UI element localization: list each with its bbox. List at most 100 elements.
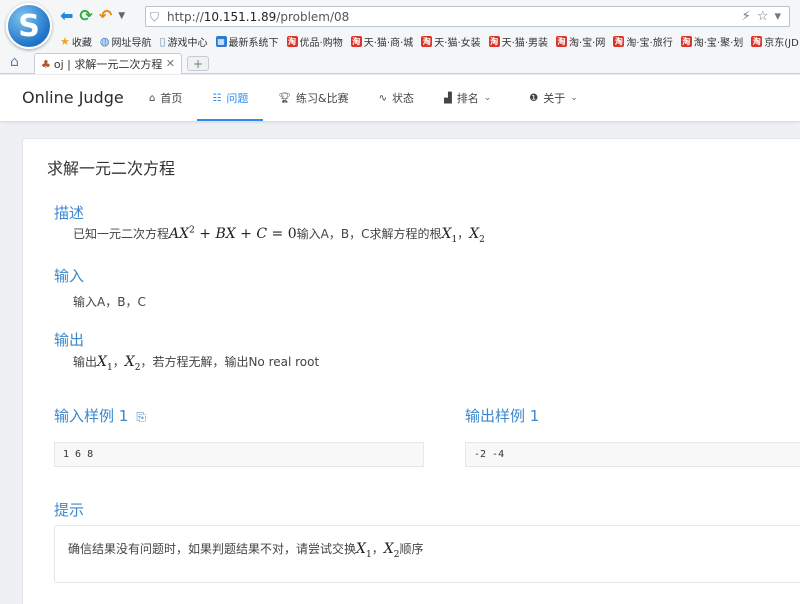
bookmark-label: 游戏中心 — [167, 37, 208, 49]
menu-label: 练习&比赛 — [296, 92, 349, 105]
address-bar[interactable]: ⛉ http://10.151.1.89/problem/08 ⚡ ☆ ▾ — [145, 6, 790, 27]
bookmark-label: 淘·宝·网 — [569, 37, 606, 49]
menu-problems[interactable]: ☷ 问题 — [197, 75, 264, 121]
sample-output-box[interactable]: -2 -4 — [465, 442, 800, 467]
new-tab-button[interactable]: + — [187, 56, 209, 71]
menu-label: 首页 — [160, 92, 183, 105]
browser-logo[interactable]: S — [6, 3, 52, 49]
bookmark-item[interactable]: 淘淘·宝·聚·划 — [680, 34, 744, 49]
home-icon[interactable]: ⌂ — [10, 54, 19, 70]
desc-text-1: 已知一元二次方程 — [73, 227, 170, 241]
menu-status[interactable]: ∿ 状态 — [364, 75, 429, 121]
bookmark-item[interactable]: ★ 收藏 — [60, 34, 92, 49]
url-host: 10.151.1.89 — [203, 9, 277, 24]
tab-title: oj | 求解一元二次方程 — [53, 58, 163, 71]
bookmark-item[interactable]: 淘天·猫·男装 — [488, 34, 548, 49]
bookmark-item[interactable]: ▯ 游戏中心 — [159, 34, 207, 49]
taobao-icon: 淘 — [751, 35, 763, 47]
menu-home[interactable]: ⌂ 首页 — [134, 75, 197, 121]
taobao-icon: 淘 — [613, 35, 625, 47]
out-text-1: 输出 — [73, 355, 98, 369]
root-x2: X2 — [383, 541, 400, 560]
home-icon: ⌂ — [149, 92, 156, 104]
menu-rank[interactable]: ▟ 排名 ⌄ — [429, 75, 506, 121]
taobao-icon: 淘 — [350, 35, 362, 47]
favicon-icon: ♣ — [41, 57, 51, 71]
back-arrow-icon[interactable]: ⬅ — [60, 6, 73, 26]
sample-output-heading: 输出样例 1 — [465, 407, 540, 425]
bar-chart-icon: ▟ — [444, 92, 452, 104]
undo-icon[interactable]: ↶ — [99, 6, 112, 26]
globe-icon: ◍ — [99, 34, 110, 48]
sample-input-box[interactable]: 1 6 8 — [54, 442, 424, 467]
copy-icon[interactable]: ⎘ — [136, 410, 146, 424]
menu-label: 关于 — [543, 92, 566, 105]
bookmark-item[interactable]: 淘京东(JD — [751, 34, 799, 49]
pulse-icon: ∿ — [378, 92, 387, 104]
url-prefix: http:// — [167, 9, 204, 24]
star-icon: ★ — [60, 34, 70, 48]
bookmark-item[interactable]: 淘淘·宝·网 — [556, 34, 605, 49]
browser-tab[interactable]: ♣ oj | 求解一元二次方程 ✕ — [34, 53, 182, 74]
menu-label: 问题 — [226, 92, 249, 105]
refresh-icon[interactable]: ⟳ — [79, 6, 92, 26]
bookmark-label: 网址导航 — [111, 37, 152, 49]
bookmark-label: 天·猫·男装 — [501, 37, 548, 49]
close-icon[interactable]: ✕ — [166, 57, 175, 70]
url-text[interactable]: http://10.151.1.89/problem/08 — [167, 10, 349, 24]
chevron-down-icon[interactable]: ▼ — [118, 6, 125, 26]
star-icon[interactable]: ☆ — [757, 9, 769, 24]
bookmark-label: 优品·购物 — [299, 37, 343, 49]
bookmark-item[interactable]: 淘天·猫·商·城 — [350, 34, 414, 49]
input-heading: 输入 — [54, 267, 85, 285]
trophy-icon: 🏆︎ — [278, 92, 292, 104]
windows-icon: ▦ — [215, 35, 227, 47]
address-bar-actions: ⚡ ☆ ▾ — [742, 9, 781, 24]
site-brand[interactable]: Online Judge — [22, 88, 124, 107]
output-heading: 输出 — [54, 331, 85, 349]
browser-chrome: S ⬅ ⟳ ↶ ▼ ⛉ http://10.151.1.89/problem/0… — [0, 0, 800, 74]
taobao-icon: 淘 — [421, 35, 433, 47]
taobao-icon: 淘 — [680, 35, 692, 47]
main-menu: ⌂ 首页 ☷ 问题 🏆︎ 练习&比赛 ∿ 状态 ▟ 排名 ⌄ ❶ 关于 ⌄ — [134, 75, 593, 121]
desc-text-2: 输入A，B，C求解方程的根 — [296, 227, 442, 241]
url-path: /problem/08 — [276, 9, 350, 24]
hint-separator: ， — [371, 542, 384, 556]
doc-icon: ▯ — [159, 34, 166, 48]
hint-text-1: 确信结果没有问题时，如果判题结果不对，请尝试交换 — [68, 542, 357, 556]
bookmarks-bar: ★ 收藏 ◍ 网址导航 ▯ 游戏中心 ▦ 最新系统下 淘优品·购物 淘天·猫·商·城 淘… — [60, 32, 800, 50]
shield-icon: ⛉ — [150, 9, 160, 24]
bookmark-label: 淘·宝·旅行 — [626, 37, 673, 49]
chevron-down-icon: ⌄ — [570, 93, 578, 103]
equation: AX2 + BX + C = 0 — [169, 225, 297, 242]
bookmark-label: 收藏 — [71, 37, 92, 49]
bookmark-item[interactable]: 淘淘·宝·旅行 — [613, 34, 673, 49]
taobao-icon: 淘 — [556, 35, 567, 47]
hint-heading: 提示 — [54, 501, 85, 519]
description-text: 已知一元二次方程AX2 + BX + C = 0输入A，B，C求解方程的根X1，… — [73, 225, 485, 245]
menu-label: 状态 — [392, 92, 414, 105]
root-x2: X2 — [469, 226, 485, 245]
bookmark-label: 天·猫·商·城 — [363, 37, 414, 49]
hint-box: 确信结果没有问题时，如果判题结果不对，请尝试交换X1，X2顺序 — [54, 525, 800, 583]
chevron-down-icon[interactable]: ▾ — [774, 9, 781, 24]
site-navbar: Online Judge ⌂ 首页 ☷ 问题 🏆︎ 练习&比赛 ∿ 状态 ▟ 排… — [0, 75, 800, 121]
menu-contests[interactable]: 🏆︎ 练习&比赛 — [263, 75, 363, 121]
bookmark-item[interactable]: ◍ 网址导航 — [100, 34, 152, 49]
problem-card: 求解一元二次方程 描述 已知一元二次方程AX2 + BX + C = 0输入A，… — [22, 138, 800, 604]
desc-separator: ， — [457, 227, 470, 241]
sample-input-heading: 输入样例 1 ⎘ — [54, 405, 146, 426]
bookmark-label: 淘·宝·聚·划 — [693, 37, 744, 49]
bookmark-item[interactable]: 淘天·猫·女装 — [421, 34, 481, 49]
lightning-icon[interactable]: ⚡ — [742, 9, 751, 24]
chevron-down-icon: ⌄ — [483, 93, 492, 103]
out-text-2: ，若方程无解，输出No real root — [140, 355, 320, 369]
menu-about[interactable]: ❶ 关于 ⌄ — [514, 75, 593, 121]
bookmark-item[interactable]: ▦ 最新系统下 — [215, 34, 279, 49]
tab-bar: ⌂ ♣ oj | 求解一元二次方程 ✕ + — [0, 52, 800, 74]
input-text: 输入A，B，C — [73, 295, 146, 309]
root-x2: X2 — [124, 354, 141, 373]
description-heading: 描述 — [54, 204, 85, 222]
problem-title: 求解一元二次方程 — [47, 159, 176, 178]
bookmark-item[interactable]: 淘优品·购物 — [286, 34, 343, 49]
